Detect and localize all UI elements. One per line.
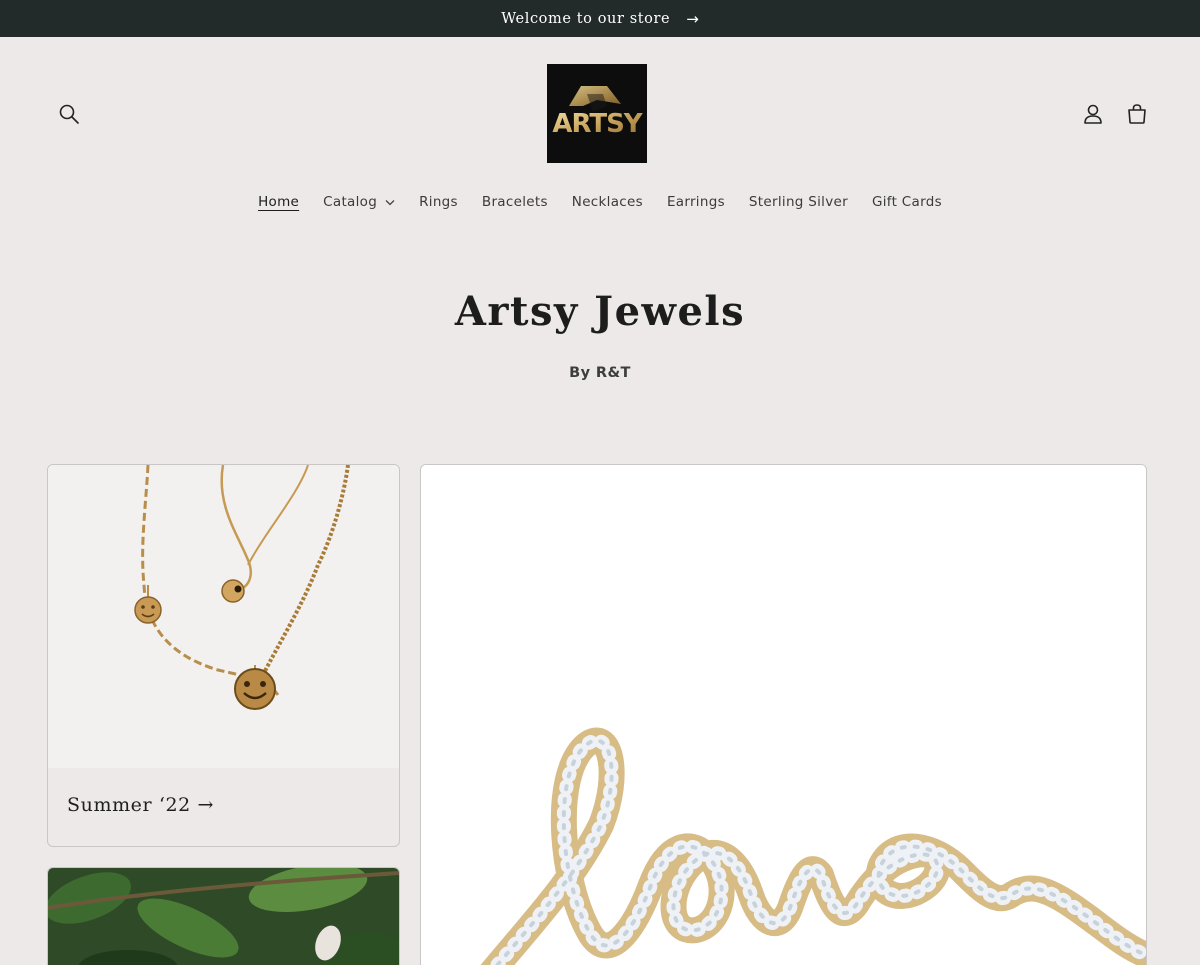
- featured-product-card[interactable]: [420, 464, 1147, 965]
- announcement-text: Welcome to our store: [501, 10, 671, 27]
- search-icon[interactable]: [55, 100, 83, 128]
- hero-title: Artsy Jewels: [454, 288, 746, 335]
- collection-card-summer[interactable]: Summer ‘22 →: [47, 464, 400, 847]
- collection-card-label: Summer ‘22: [67, 794, 191, 816]
- foliage-image: [48, 868, 399, 965]
- nav-item-label: Bracelets: [481, 194, 548, 210]
- main-nav: Home Catalog Rings Bracelets Necklaces E…: [0, 190, 1200, 214]
- nav-item-label: Sterling Silver: [748, 194, 848, 210]
- collection-card-title: Summer ‘22 →: [67, 794, 214, 816]
- nav-item-label: Home: [258, 194, 300, 210]
- nav-item-catalog[interactable]: Catalog: [323, 190, 395, 214]
- nav-item-earrings[interactable]: Earrings: [667, 190, 725, 214]
- necklace-image: [48, 465, 399, 768]
- hero-subtitle: By R&T: [569, 365, 631, 381]
- svg-text:ARTSY: ARTSY: [552, 109, 643, 139]
- nav-item-bracelets[interactable]: Bracelets: [482, 190, 548, 214]
- store-logo[interactable]: ARTSY: [547, 64, 647, 163]
- nav-item-sterling-silver[interactable]: Sterling Silver: [749, 190, 848, 214]
- cart-icon[interactable]: [1123, 100, 1151, 128]
- love-ring-image: [421, 465, 1146, 965]
- nav-item-necklaces[interactable]: Necklaces: [572, 190, 643, 214]
- arrow-right-icon: →: [197, 794, 215, 816]
- announcement-bar[interactable]: Welcome to our store →: [0, 0, 1200, 37]
- nav-item-home[interactable]: Home: [258, 190, 299, 214]
- nav-item-label: Rings: [419, 194, 458, 210]
- nav-item-label: Gift Cards: [871, 194, 942, 210]
- nav-item-rings[interactable]: Rings: [419, 190, 458, 214]
- arrow-right-icon: →: [686, 9, 699, 28]
- nav-item-label: Necklaces: [571, 194, 643, 210]
- nav-item-gift-cards[interactable]: Gift Cards: [872, 190, 942, 214]
- nav-item-label: Earrings: [666, 194, 725, 210]
- collection-card-2[interactable]: [47, 867, 400, 965]
- chevron-down-icon: [385, 194, 395, 210]
- nav-item-label: Catalog: [323, 194, 378, 210]
- account-icon[interactable]: [1079, 100, 1107, 128]
